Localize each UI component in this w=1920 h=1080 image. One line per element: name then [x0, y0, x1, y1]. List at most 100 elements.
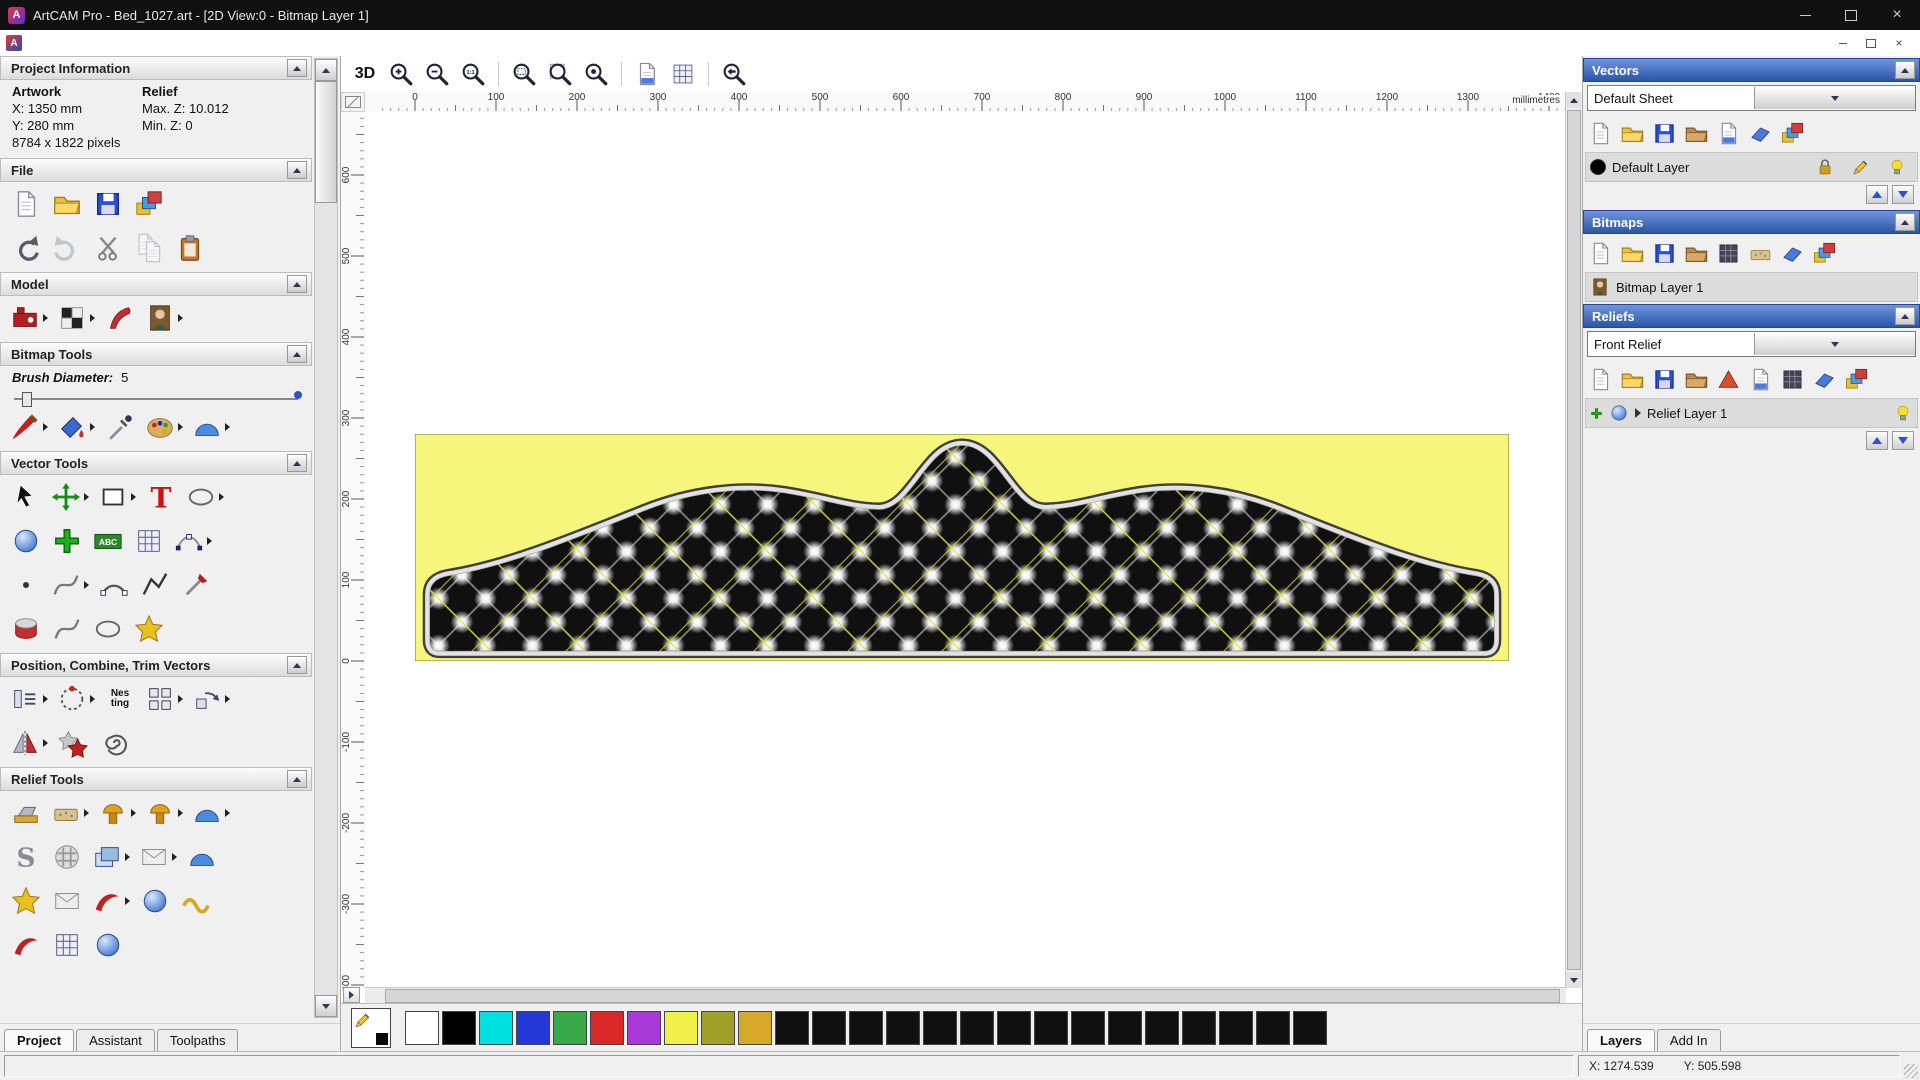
zoom-object-button[interactable]	[580, 59, 612, 89]
weld-vectors-button[interactable]	[57, 724, 89, 762]
weave-wizard-button[interactable]	[51, 838, 83, 876]
flyout-arrow-icon[interactable]	[43, 314, 48, 322]
layer-edit-button[interactable]	[1845, 148, 1877, 186]
bitmap-layer-row[interactable]: Bitmap Layer 1	[1585, 272, 1918, 302]
colour-swatch-11[interactable]	[812, 1011, 846, 1045]
create-star-button[interactable]	[133, 610, 165, 648]
cut-button[interactable]	[92, 229, 124, 267]
colour-swatch-6[interactable]	[627, 1011, 661, 1045]
colour-swatch-10[interactable]	[775, 1011, 809, 1045]
fillet-button[interactable]	[10, 522, 42, 560]
show-all-relief-layers-button[interactable]	[1843, 364, 1869, 394]
dropdown-button[interactable]	[1754, 87, 1915, 109]
relief-from-model-button[interactable]	[10, 299, 48, 337]
create-circle-button[interactable]	[10, 610, 42, 648]
minimize-button[interactable]	[1782, 0, 1828, 30]
expand-icon[interactable]	[1635, 408, 1641, 418]
mirror-vectors-button[interactable]	[10, 724, 48, 762]
new-bitmap-layer-button[interactable]	[1587, 238, 1613, 268]
merge-relief-layers-button[interactable]	[1683, 364, 1709, 394]
tab-project[interactable]: Project	[4, 1029, 74, 1052]
colour-swatch-22[interactable]	[1219, 1011, 1253, 1045]
canvas-flyout-button[interactable]	[343, 987, 360, 1003]
copy-button[interactable]	[133, 229, 165, 267]
undo-button[interactable]	[10, 229, 42, 267]
colour-swatch-12[interactable]	[849, 1011, 883, 1045]
scroll-up-button[interactable]	[1566, 92, 1581, 108]
colour-swatch-3[interactable]	[516, 1011, 550, 1045]
texture-model-button[interactable]	[57, 299, 95, 337]
add-relief-layer-icon[interactable]	[1590, 407, 1603, 420]
collapse-button[interactable]	[287, 161, 307, 179]
scroll-down-button[interactable]	[315, 995, 337, 1017]
collapse-button[interactable]	[1895, 307, 1915, 325]
save-vector-layer-button[interactable]	[1651, 118, 1677, 148]
zoom-out-button[interactable]	[421, 59, 453, 89]
relief-combine-button[interactable]	[1715, 364, 1741, 394]
turn-wizard-button[interactable]	[139, 882, 171, 920]
previous-view-button[interactable]	[631, 59, 663, 89]
save-relief-layer-button[interactable]	[1651, 364, 1677, 394]
relief-select[interactable]: Front Relief	[1587, 331, 1916, 357]
flood-fill-button[interactable]	[57, 408, 95, 446]
colour-swatch-7[interactable]	[664, 1011, 698, 1045]
redo-button[interactable]	[51, 229, 83, 267]
smooth-relief-button[interactable]	[10, 794, 42, 832]
circular-copy-button[interactable]	[57, 680, 95, 718]
create-ellipse-button[interactable]	[92, 610, 124, 648]
brush-diameter-slider[interactable]	[14, 389, 298, 403]
measure-button[interactable]	[51, 610, 83, 648]
vector-layer-row[interactable]: Default Layer	[1585, 152, 1918, 182]
scroll-up-button[interactable]	[315, 59, 337, 81]
flyout-arrow-icon[interactable]	[225, 809, 230, 817]
move-layer-up-button[interactable]	[1866, 431, 1888, 450]
snap-toggle-button[interactable]	[667, 59, 699, 89]
collapse-button[interactable]	[287, 770, 307, 788]
flyout-arrow-icon[interactable]	[125, 853, 130, 861]
flyout-arrow-icon[interactable]	[178, 809, 183, 817]
flyout-arrow-icon[interactable]	[43, 695, 48, 703]
slider-track[interactable]	[14, 398, 298, 400]
join-vectors-button[interactable]	[139, 566, 171, 604]
extrude-button[interactable]	[192, 794, 230, 832]
new-model-button[interactable]	[10, 185, 42, 223]
colour-swatch-13[interactable]	[886, 1011, 920, 1045]
create-rectangle-button[interactable]	[98, 478, 136, 516]
colour-swatch-1[interactable]	[442, 1011, 476, 1045]
bitmap-grid-button[interactable]	[1715, 238, 1741, 268]
resize-grip[interactable]	[1904, 1064, 1918, 1078]
flyout-arrow-icon[interactable]	[84, 809, 89, 817]
envelope-button[interactable]	[51, 882, 83, 920]
save-model-button[interactable]	[92, 185, 124, 223]
colour-swatch-2[interactable]	[479, 1011, 513, 1045]
face-wizard-button[interactable]	[145, 299, 183, 337]
colour-palette-button[interactable]	[145, 408, 183, 446]
colour-swatch-19[interactable]	[1108, 1011, 1142, 1045]
delete-vector-layer-button[interactable]	[1747, 118, 1773, 148]
flyout-arrow-icon[interactable]	[178, 423, 183, 431]
canvas-vertical-scrollbar[interactable]	[1565, 92, 1582, 988]
snap-grid-button[interactable]	[133, 522, 165, 560]
flyout-arrow-icon[interactable]	[84, 581, 89, 589]
scroll-down-button[interactable]	[1566, 972, 1581, 988]
open-relief-layer-button[interactable]	[1619, 364, 1645, 394]
collapse-button[interactable]	[287, 454, 307, 472]
merge-bitmap-layers-button[interactable]	[1683, 238, 1709, 268]
relief-sheet-button[interactable]	[1747, 364, 1773, 394]
pick-colour-button[interactable]	[104, 408, 136, 446]
texture-fill-button[interactable]	[192, 408, 230, 446]
rotate-copy-button[interactable]	[192, 680, 230, 718]
zoom-extents-button[interactable]	[544, 59, 576, 89]
sculpt-model-button[interactable]	[104, 299, 136, 337]
flyout-arrow-icon[interactable]	[90, 423, 95, 431]
freehand-draw-button[interactable]	[51, 566, 89, 604]
align-vectors-button[interactable]	[10, 680, 48, 718]
flyout-arrow-icon[interactable]	[125, 897, 130, 905]
move-layer-down-button[interactable]	[1892, 431, 1914, 450]
flyout-arrow-icon[interactable]	[225, 423, 230, 431]
shape-editor-button[interactable]	[98, 794, 136, 832]
create-arc-button[interactable]	[98, 566, 130, 604]
flyout-arrow-icon[interactable]	[90, 695, 95, 703]
mdi-restore-button[interactable]	[1860, 34, 1882, 52]
zoom-box-button[interactable]	[508, 59, 540, 89]
